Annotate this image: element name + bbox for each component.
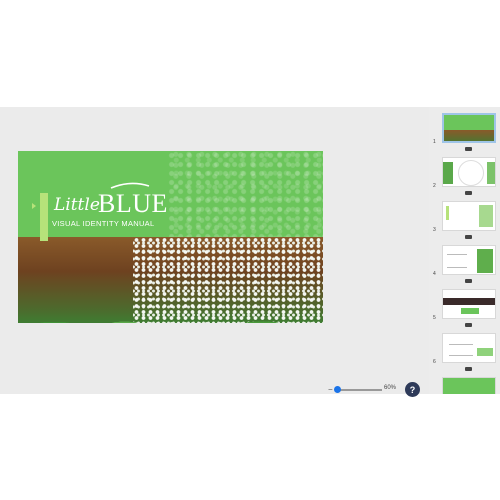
thumbnail-4-text-lines xyxy=(447,254,467,268)
thumbnail-number: 1 xyxy=(433,139,436,145)
thumbnail-slide-5[interactable] xyxy=(442,289,496,319)
speaker-notes-icon[interactable] xyxy=(465,147,472,151)
help-icon: ? xyxy=(409,384,416,395)
zoom-out-icon[interactable]: − xyxy=(328,385,333,394)
thumbnail-3-image xyxy=(479,205,493,227)
speaker-notes-icon[interactable] xyxy=(465,279,472,283)
thumbnail-slide-3[interactable] xyxy=(442,201,496,231)
thumbnail-number: 2 xyxy=(433,183,436,189)
thumbnail-number: 6 xyxy=(433,359,436,365)
zoom-control: − 60% xyxy=(328,384,398,394)
logo-script-text: Little xyxy=(54,195,100,215)
speaker-notes-icon[interactable] xyxy=(465,367,472,371)
slide-1[interactable]: Little BLUE VISUAL IDENTITY MANUAL xyxy=(18,151,323,323)
thumbnail-2-image-left xyxy=(443,162,453,184)
help-button[interactable]: ? xyxy=(405,382,420,397)
thumbnail-slide-6[interactable] xyxy=(442,333,496,363)
zoom-slider-handle[interactable] xyxy=(334,386,341,393)
thumbnail-1-photo xyxy=(444,130,494,141)
thumbnail-5-banner xyxy=(443,298,495,305)
logo-main-text: BLUE xyxy=(98,189,168,218)
thumbnail-5-green-box xyxy=(461,308,479,314)
thumbnail-2-image-right xyxy=(487,162,495,184)
speaker-notes-icon[interactable] xyxy=(465,235,472,239)
thumbnail-3-bar xyxy=(446,206,449,220)
plant-leaves xyxy=(18,301,323,323)
slide-thumbnail-panel: 1 2 3 4 5 6 xyxy=(429,107,500,394)
thumbnail-slide-4[interactable] xyxy=(442,245,496,275)
thumbnail-6-green-block xyxy=(477,348,493,356)
thumbnail-number: 3 xyxy=(433,227,436,233)
watering-photo xyxy=(18,237,323,323)
speaker-notes-icon[interactable] xyxy=(465,191,472,195)
triangle-arrow-icon xyxy=(32,203,36,209)
zoom-slider-track[interactable] xyxy=(336,389,382,391)
zoom-percent: 60% xyxy=(384,385,397,391)
thumbnail-slide-1[interactable] xyxy=(442,113,496,143)
thumbnail-number: 5 xyxy=(433,315,436,321)
thumbnail-number: 4 xyxy=(433,271,436,277)
slide-subtitle: VISUAL IDENTITY MANUAL xyxy=(52,219,155,228)
thumbnail-4-image xyxy=(477,249,493,273)
accent-bar xyxy=(40,193,48,241)
water-spray-overlay xyxy=(168,151,323,237)
thumbnail-2-circle xyxy=(458,160,484,186)
speaker-notes-icon[interactable] xyxy=(465,323,472,327)
slide-canvas: Little BLUE VISUAL IDENTITY MANUAL xyxy=(0,107,430,394)
thumbnail-slide-7[interactable] xyxy=(442,377,496,394)
thumbnail-slide-2[interactable] xyxy=(442,157,496,187)
thumbnail-6-text-lines xyxy=(449,344,473,356)
